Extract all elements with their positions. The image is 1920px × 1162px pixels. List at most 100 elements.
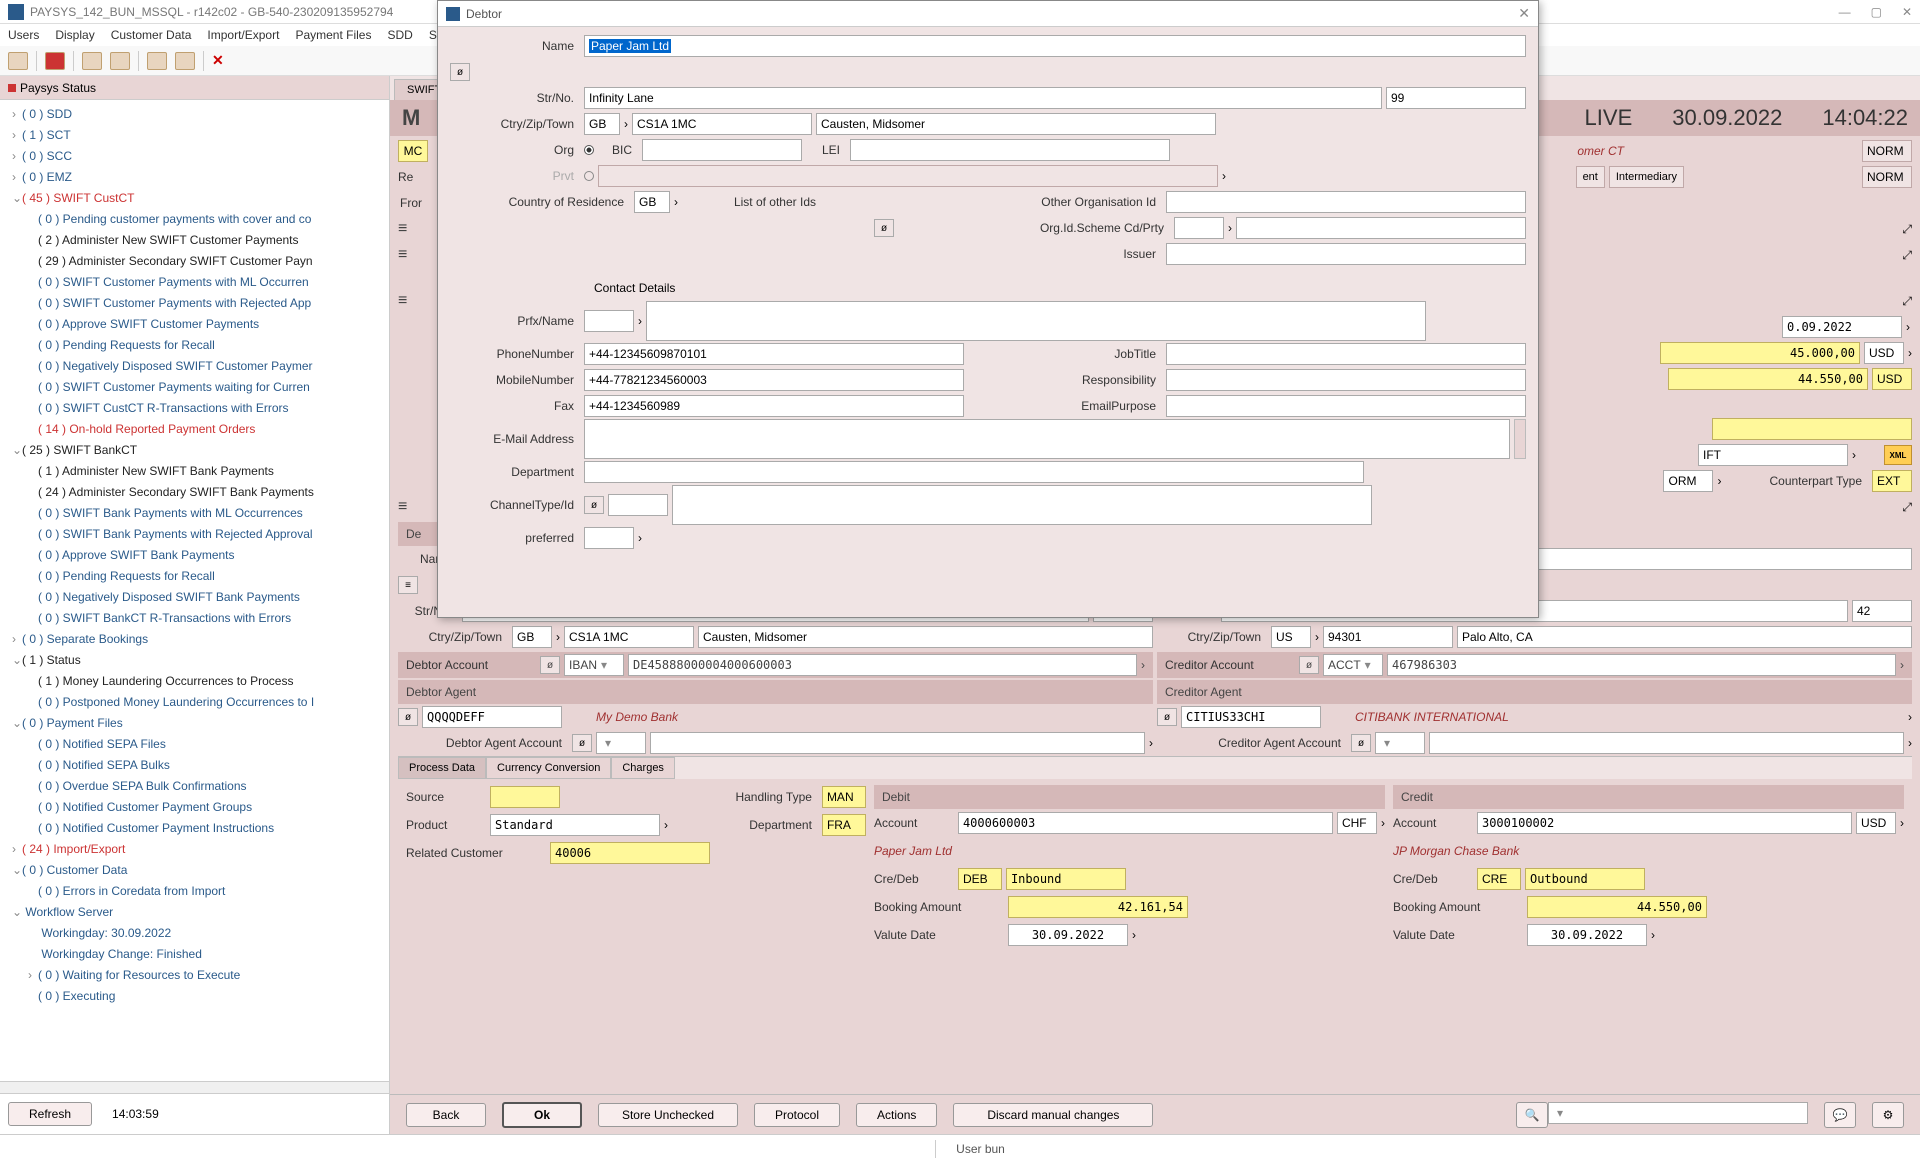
debtor-agent-acct-type[interactable] [596, 732, 646, 754]
date-field[interactable]: 0.09.2022 [1782, 316, 1902, 338]
debtor-agent-acct[interactable] [650, 732, 1145, 754]
debit-ccy[interactable]: CHF [1337, 812, 1377, 834]
debit-valute-date[interactable]: 30.09.2022 [1008, 924, 1128, 946]
toolbar-btn-1[interactable] [8, 52, 28, 70]
tree-item[interactable]: ( 0 ) Notified Customer Payment Instruct… [4, 818, 389, 839]
toolbar-btn-5[interactable] [147, 52, 167, 70]
modal-email-input[interactable] [584, 419, 1510, 459]
tree-item[interactable]: ( 0 ) Approve SWIFT Customer Payments [4, 314, 389, 335]
expand-icon[interactable]: ⤢ [1902, 294, 1912, 309]
hamburger-icon[interactable] [398, 505, 414, 509]
tree-item[interactable]: ›( 0 ) SDD [4, 104, 389, 125]
product-field[interactable]: Standard [490, 814, 660, 836]
creditor-agent-bic[interactable]: CITIUS33CHI [1181, 706, 1321, 728]
credit-account[interactable]: 3000100002 [1477, 812, 1852, 834]
tree-item[interactable]: ( 0 ) SWIFT Customer Payments with ML Oc… [4, 272, 389, 293]
debtor-options-icon[interactable]: ≡ [398, 576, 418, 594]
expand-icon[interactable]: ⤢ [1902, 248, 1912, 263]
hamburger-icon[interactable] [398, 253, 414, 257]
prvt-radio[interactable] [584, 171, 594, 181]
modal-mobile-input[interactable]: +44-77821234560003 [584, 369, 964, 391]
debit-account[interactable]: 4000600003 [958, 812, 1333, 834]
expand-icon[interactable]: ⤢ [1902, 222, 1912, 237]
modal-job-input[interactable] [1166, 343, 1526, 365]
tree-item[interactable]: ( 0 ) Notified SEPA Files [4, 734, 389, 755]
tree-item[interactable]: ⌄( 45 ) SWIFT CustCT [4, 188, 389, 209]
null-icon[interactable]: ø [398, 708, 418, 726]
xml-icon[interactable]: XML [1884, 445, 1912, 465]
modal-issuer-input[interactable] [1166, 243, 1526, 265]
null-icon[interactable]: ø [540, 656, 560, 674]
null-icon[interactable]: ø [1157, 708, 1177, 726]
pdf-icon[interactable] [45, 52, 65, 70]
creditor-acct[interactable]: 467986303 [1387, 654, 1896, 676]
debtor-zip[interactable]: CS1A 1MC [564, 626, 694, 648]
acct-type[interactable]: ACCT [1323, 654, 1383, 676]
debtor-agent-bic[interactable]: QQQQDEFF [422, 706, 562, 728]
modal-street-input[interactable]: Infinity Lane [584, 87, 1382, 109]
tree-item[interactable]: ( 1 ) Money Laundering Occurrences to Pr… [4, 671, 389, 692]
modal-town-input[interactable]: Causten, Midsomer [816, 113, 1216, 135]
discard-button[interactable]: Discard manual changes [953, 1103, 1153, 1127]
null-icon[interactable]: ø [572, 734, 592, 752]
toolbar-btn-3[interactable] [82, 52, 102, 70]
modal-lei-input[interactable] [850, 139, 1170, 161]
menu-customer-data[interactable]: Customer Data [111, 28, 192, 42]
tree-item[interactable]: ( 2 ) Administer New SWIFT Customer Paym… [4, 230, 389, 251]
tree-item[interactable]: ( 1 ) Administer New SWIFT Bank Payments [4, 461, 389, 482]
modal-resp-input[interactable] [1166, 369, 1526, 391]
tree-item[interactable]: ›( 0 ) Separate Bookings [4, 629, 389, 650]
tree-item[interactable]: ( 0 ) Negatively Disposed SWIFT Bank Pay… [4, 587, 389, 608]
modal-dept-input[interactable] [584, 461, 1364, 483]
chat-icon[interactable]: 💬 [1824, 1102, 1856, 1128]
credit-valute-date[interactable]: 30.09.2022 [1527, 924, 1647, 946]
tree-item[interactable]: ( 0 ) Pending customer payments with cov… [4, 209, 389, 230]
menu-users[interactable]: Users [8, 28, 39, 42]
tree-item[interactable]: ( 0 ) Pending Requests for Recall [4, 566, 389, 587]
tree-item[interactable]: ( 0 ) Executing [4, 986, 389, 1007]
delete-icon[interactable]: ✕ [212, 52, 232, 70]
tree-item[interactable]: ( 0 ) Overdue SEPA Bulk Confirmations [4, 776, 389, 797]
tree-item[interactable]: Workingday: 30.09.2022 [4, 923, 389, 944]
ift-field[interactable]: IFT [1698, 444, 1848, 466]
creditor-agent-acct-type[interactable] [1375, 732, 1425, 754]
tree-item[interactable]: ( 0 ) SWIFT Bank Payments with Rejected … [4, 524, 389, 545]
modal-chan-id[interactable] [672, 485, 1372, 525]
ccy-1[interactable]: USD [1864, 342, 1904, 364]
modal-fax-input[interactable]: +44-1234560989 [584, 395, 964, 417]
maximize-button[interactable]: ▢ [1871, 5, 1882, 19]
tree-item[interactable]: ›( 0 ) SCC [4, 146, 389, 167]
refresh-button[interactable]: Refresh [8, 1102, 92, 1126]
menu-sdd[interactable]: SDD [387, 28, 412, 42]
modal-scheme-prty[interactable] [1236, 217, 1526, 239]
tree-item[interactable]: ( 0 ) Errors in Coredata from Import [4, 881, 389, 902]
tree-item[interactable]: ( 0 ) Negatively Disposed SWIFT Customer… [4, 356, 389, 377]
menu-import-export[interactable]: Import/Export [207, 28, 279, 42]
tree-item[interactable]: ( 0 ) SWIFT Customer Payments waiting fo… [4, 377, 389, 398]
null-icon[interactable]: ø [1351, 734, 1371, 752]
yellow-field[interactable] [1712, 418, 1912, 440]
modal-street-no-input[interactable]: 99 [1386, 87, 1526, 109]
expand-icon[interactable]: ⤢ [1902, 500, 1912, 515]
creditor-agent-acct[interactable] [1429, 732, 1904, 754]
org-radio[interactable] [584, 145, 594, 155]
close-button[interactable]: ✕ [1902, 5, 1912, 19]
tab-currency-conversion[interactable]: Currency Conversion [486, 757, 611, 779]
modal-prfx-name-input[interactable] [646, 301, 1426, 341]
null-icon[interactable]: ø [584, 496, 604, 514]
back-button[interactable]: Back [406, 1103, 486, 1127]
sidebar-tab[interactable]: Paysys Status [0, 76, 389, 100]
hamburger-icon[interactable] [398, 299, 414, 303]
tree-item[interactable]: ( 0 ) SWIFT Bank Payments with ML Occurr… [4, 503, 389, 524]
scrollbar-horizontal[interactable] [0, 1081, 389, 1093]
amount-2[interactable]: 44.550,00 [1668, 368, 1868, 390]
orm-field[interactable]: ORM [1663, 470, 1713, 492]
tree-item[interactable]: ( 0 ) Notified Customer Payment Groups [4, 797, 389, 818]
modal-close-icon[interactable]: ✕ [1518, 5, 1530, 22]
debtor-country[interactable]: GB [512, 626, 552, 648]
tree-item[interactable]: ( 0 ) Approve SWIFT Bank Payments [4, 545, 389, 566]
ok-button[interactable]: Ok [502, 1102, 582, 1128]
modal-bic-input[interactable] [642, 139, 802, 161]
modal-country-input[interactable]: GB [584, 113, 620, 135]
tree-item[interactable]: ›( 24 ) Import/Export [4, 839, 389, 860]
